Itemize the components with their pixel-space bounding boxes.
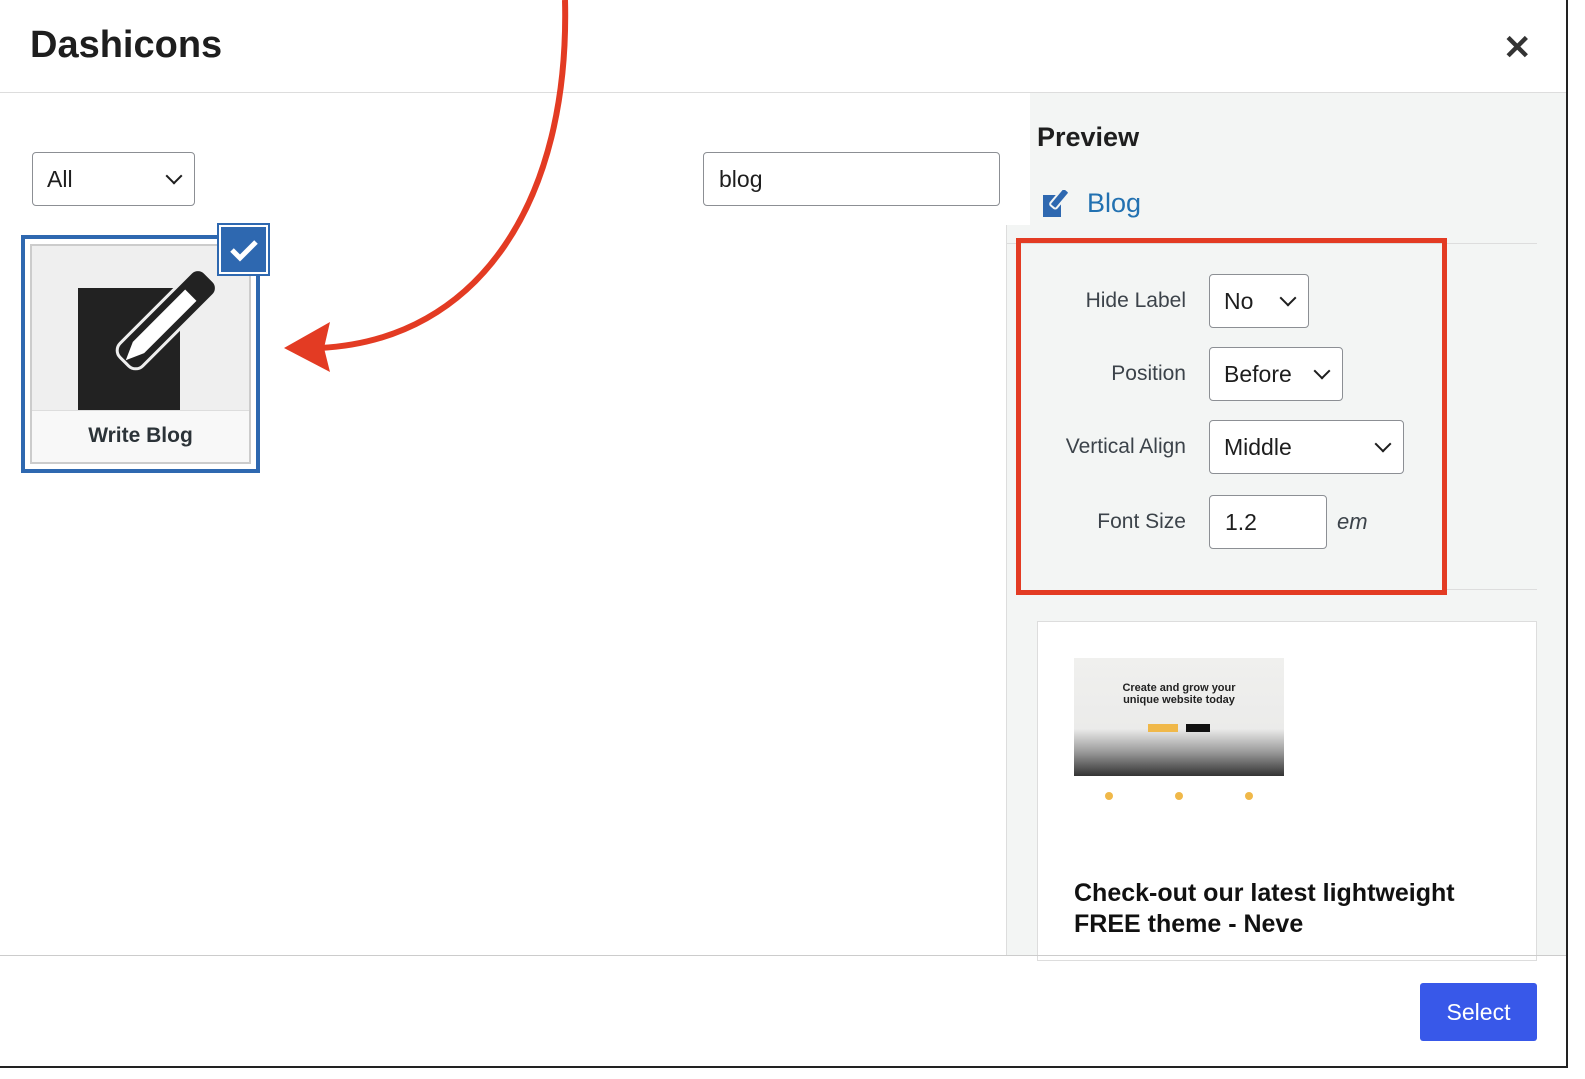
checkmark-icon[interactable] [217, 223, 270, 276]
annotation-arrow [284, 0, 569, 372]
search-input[interactable] [703, 152, 1000, 206]
modal-title: Dashicons [30, 24, 223, 66]
promo-title[interactable]: Check-out our latest lightweight FREE th… [1074, 878, 1494, 940]
thumbnail-headline: Create and grow your unique website toda… [1122, 682, 1236, 706]
thumbnail-hero: Create and grow your unique website toda… [1074, 658, 1284, 776]
select-button[interactable]: Select [1420, 983, 1537, 1041]
thumbnail-features [1074, 792, 1284, 800]
modal-header [0, 0, 1568, 93]
modal-border [1566, 0, 1568, 1068]
annotation-highlight-box [1016, 238, 1447, 595]
divider [1447, 589, 1537, 590]
modal-border [0, 1066, 1568, 1068]
panel-notch [1006, 93, 1030, 225]
edit-icon [1043, 189, 1069, 217]
thumbnail-buttons [1074, 724, 1284, 732]
preview-label: Blog [1087, 188, 1142, 218]
footer-divider [0, 955, 1568, 956]
close-icon[interactable]: ✕ [1503, 28, 1532, 68]
theme-thumbnail[interactable]: Create and grow your unique website toda… [1074, 658, 1284, 828]
edit-page-icon [78, 268, 218, 416]
chevron-down-icon [165, 167, 183, 185]
icon-tile-label: Write Blog [32, 410, 249, 462]
filter-value: All [47, 165, 73, 192]
preview-item: Blog [1043, 188, 1141, 219]
category-filter-select[interactable]: All [32, 152, 195, 206]
preview-heading: Preview [1037, 122, 1140, 152]
